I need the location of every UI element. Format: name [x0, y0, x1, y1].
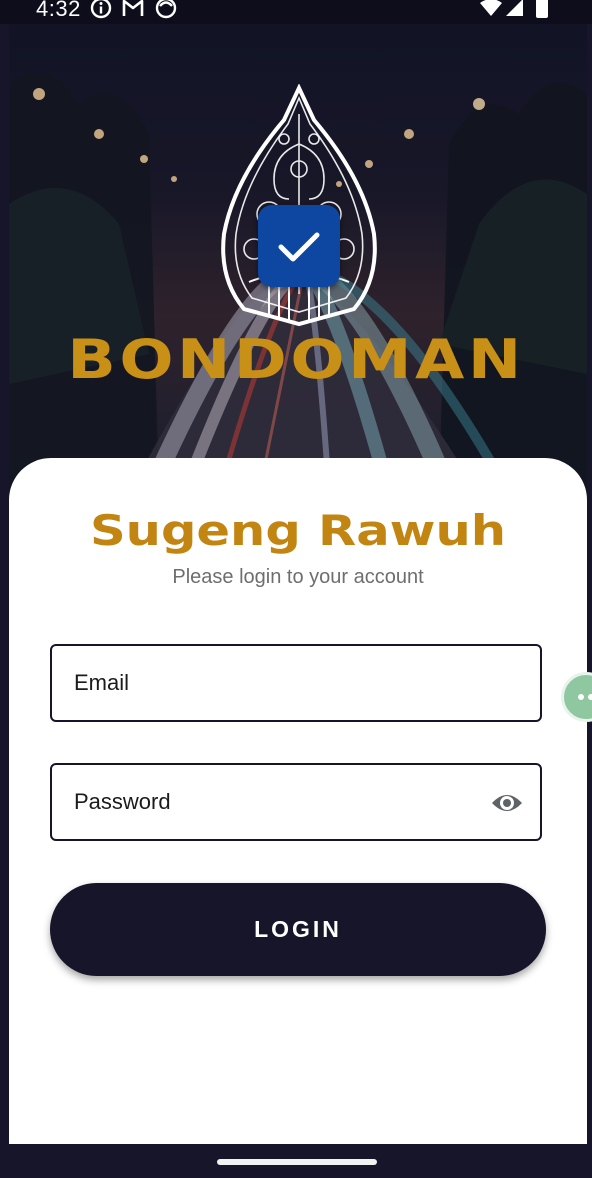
password-field[interactable]: Password	[50, 763, 542, 841]
eye-icon[interactable]	[490, 789, 524, 817]
email-field[interactable]: Email	[50, 644, 542, 722]
smiley-notification-icon	[155, 0, 177, 19]
password-label: Password	[74, 789, 171, 814]
navigation-bar	[0, 1144, 592, 1178]
status-time: 4:32	[36, 0, 81, 21]
email-label: Email	[74, 670, 130, 695]
bubble-dot	[578, 694, 584, 700]
status-bar: 4:32	[0, 0, 592, 24]
login-screen: 4:32 BONDOMAN Sugeng Rawuh Please login …	[0, 0, 592, 1178]
info-icon	[90, 0, 112, 19]
bubble-dot	[588, 694, 592, 700]
home-indicator[interactable]	[217, 1159, 377, 1165]
welcome-title: Sugeng Rawuh	[89, 506, 507, 555]
battery-icon	[536, 0, 548, 18]
login-card: Sugeng Rawuh Please login to your accoun…	[9, 458, 587, 1144]
brand-name: BONDOMAN	[67, 328, 525, 391]
checkmark-badge	[258, 205, 340, 287]
login-subtitle: Please login to your account	[172, 566, 424, 588]
wifi-icon	[480, 0, 502, 16]
gmail-icon	[122, 0, 144, 16]
login-button[interactable]: LOGIN	[50, 883, 546, 976]
signal-icon	[506, 0, 523, 16]
checkmark-icon	[278, 232, 320, 262]
